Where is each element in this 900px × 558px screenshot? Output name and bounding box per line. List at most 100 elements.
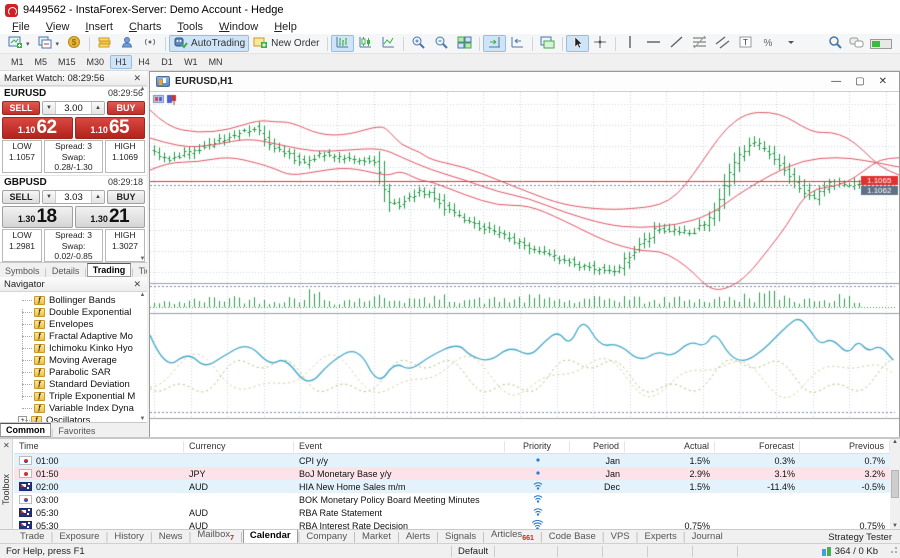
tab-symbols[interactable]: Symbols: [0, 265, 45, 277]
price-chart-canvas[interactable]: [150, 92, 899, 437]
tab-signals[interactable]: Signals: [439, 531, 482, 543]
tab-calendar[interactable]: Calendar: [243, 529, 298, 543]
column-header-forecast[interactable]: Forecast: [715, 441, 800, 452]
broadcast-button[interactable]: [139, 35, 162, 52]
navigator-item-envelopes[interactable]: ƒEnvelopes: [0, 318, 138, 330]
bid-price[interactable]: 1.1062: [2, 117, 73, 139]
timeframe-h1-button[interactable]: H1: [110, 55, 132, 69]
column-header-event[interactable]: Event: [294, 441, 505, 452]
maximize-icon[interactable]: ▢: [855, 73, 864, 91]
chevron-up-icon[interactable]: ▲: [91, 191, 104, 203]
chart-shift-button[interactable]: [506, 35, 529, 52]
tile-windows-button[interactable]: [453, 35, 476, 52]
chevron-down-icon[interactable]: ▼: [43, 102, 56, 114]
tab-history[interactable]: History: [108, 531, 150, 543]
tab-alerts[interactable]: Alerts: [400, 531, 436, 543]
new-order-button[interactable]: New Order: [249, 35, 323, 52]
close-icon[interactable]: ✕: [3, 441, 10, 450]
tab-news[interactable]: News: [153, 531, 189, 543]
calendar-row[interactable]: 05:30AUDRBA Interest Rate Decision0.75%0…: [14, 519, 890, 529]
menu-item-charts[interactable]: Charts: [121, 20, 169, 34]
navigator-item-variable-index-dyna[interactable]: ƒVariable Index Dyna: [0, 402, 138, 414]
close-icon[interactable]: ✕: [131, 73, 143, 84]
resize-grip[interactable]: [888, 546, 898, 556]
symbol-row[interactable]: GBPUSD08:29:18: [0, 175, 147, 188]
ask-price[interactable]: 1.3021: [75, 206, 146, 228]
column-header-time[interactable]: Time: [14, 441, 184, 452]
tab-trade[interactable]: Trade: [14, 531, 50, 543]
vertical-line-button[interactable]: [619, 35, 642, 52]
close-icon[interactable]: ✕: [131, 279, 143, 290]
bid-price[interactable]: 1.3018: [2, 206, 73, 228]
volume-stepper[interactable]: ▼3.00▲: [42, 101, 105, 115]
calendar-row[interactable]: 01:00CPI y/yJan1.5%0.3%0.7%: [14, 454, 890, 467]
calendar-scrollbar[interactable]: ▲▼: [890, 439, 900, 529]
chat-button[interactable]: [849, 35, 864, 52]
timeframe-m15-button[interactable]: M15: [53, 55, 81, 69]
arrows-button[interactable]: %: [757, 35, 780, 52]
tab-journal[interactable]: Journal: [686, 531, 729, 543]
tab-company[interactable]: Company: [300, 531, 353, 543]
sell-button[interactable]: SELL: [2, 190, 40, 204]
menu-item-help[interactable]: Help: [266, 20, 305, 34]
zoom-out-button[interactable]: [430, 35, 453, 52]
cursor-button[interactable]: [566, 35, 589, 52]
column-header-actual[interactable]: Actual: [625, 441, 715, 452]
candles-mode-button[interactable]: [354, 35, 377, 52]
menu-item-file[interactable]: File: [4, 20, 38, 34]
calendar-row[interactable]: 01:50JPYBoJ Monetary Base y/yJan2.9%3.1%…: [14, 467, 890, 480]
tab-exposure[interactable]: Exposure: [53, 531, 105, 543]
horizontal-line-button[interactable]: [642, 35, 665, 52]
ask-price[interactable]: 1.1065: [75, 117, 146, 139]
tab-experts[interactable]: Experts: [638, 531, 682, 543]
timeframe-m5-button[interactable]: M5: [30, 55, 53, 69]
market-button[interactable]: [93, 35, 116, 52]
navigator-item-fractal-adaptive-mo[interactable]: ƒFractal Adaptive Mo: [0, 330, 138, 342]
market-watch-scrollbar[interactable]: ▲▼: [138, 86, 147, 262]
search-button[interactable]: [828, 35, 843, 52]
timeframe-d1-button[interactable]: D1: [156, 55, 178, 69]
strategy-tester-label[interactable]: Strategy Tester: [828, 532, 900, 543]
minimize-icon[interactable]: —: [831, 73, 841, 91]
connection-battery-icon[interactable]: [870, 39, 892, 49]
crosshair-button[interactable]: [589, 35, 612, 52]
menu-item-window[interactable]: Window: [211, 20, 266, 34]
calendar-row[interactable]: 02:00AUDHIA New Home Sales m/mDec1.5%-11…: [14, 480, 890, 493]
sell-button[interactable]: SELL: [2, 101, 40, 115]
navigator-scrollbar[interactable]: ▲▼: [138, 292, 147, 422]
timeframe-m30-button[interactable]: M30: [82, 55, 110, 69]
navigator-item-bollinger-bands[interactable]: ƒBollinger Bands: [0, 294, 138, 306]
tab-trading[interactable]: Trading: [87, 263, 132, 277]
menu-item-view[interactable]: View: [38, 20, 78, 34]
navigator-item-moving-average[interactable]: ƒMoving Average: [0, 354, 138, 366]
tools-dropdown-button[interactable]: [780, 35, 803, 52]
navigator-item-ichimoku-kinko-hyo[interactable]: ƒIchimoku Kinko Hyo: [0, 342, 138, 354]
tab-details[interactable]: Details: [47, 265, 85, 277]
status-profile[interactable]: Default: [452, 546, 495, 557]
navigator-item-double-exponential[interactable]: ƒDouble Exponential: [0, 306, 138, 318]
tab-mailbox[interactable]: Mailbox7: [191, 529, 240, 543]
calendar-row[interactable]: 05:30AUDRBA Rate Statement: [14, 506, 890, 519]
calendar-row[interactable]: 03:00BOK Monetary Policy Board Meeting M…: [14, 493, 890, 506]
profiles-button[interactable]: ▾: [34, 35, 64, 52]
tab-ticks[interactable]: Ticks: [134, 265, 147, 277]
column-header-previous[interactable]: Previous: [800, 441, 890, 452]
community-button[interactable]: [116, 35, 139, 52]
timeframe-m1-button[interactable]: M1: [6, 55, 29, 69]
autotrading-button[interactable]: AutoTrading: [169, 35, 249, 52]
funds-button[interactable]: $: [63, 35, 86, 52]
text-label-button[interactable]: T: [734, 35, 757, 52]
tab-favorites[interactable]: Favorites: [53, 425, 100, 437]
chevron-down-icon[interactable]: ▼: [43, 191, 56, 203]
chart-window-titlebar[interactable]: EURUSD,H1 — ▢ ✕: [150, 72, 899, 92]
symbol-row[interactable]: EURUSD08:29:56: [0, 86, 147, 99]
window-list-button[interactable]: [536, 35, 559, 52]
auto-scroll-button[interactable]: [483, 35, 506, 52]
volume-stepper[interactable]: ▼3.03▲: [42, 190, 105, 204]
menu-item-insert[interactable]: Insert: [77, 20, 121, 34]
fibonacci-button[interactable]: [688, 35, 711, 52]
navigator-item-oscillators[interactable]: +ƒOscillators: [0, 414, 138, 422]
tab-articles[interactable]: Articles661: [485, 529, 540, 543]
tab-vps[interactable]: VPS: [605, 531, 636, 543]
menu-item-tools[interactable]: Tools: [169, 20, 211, 34]
